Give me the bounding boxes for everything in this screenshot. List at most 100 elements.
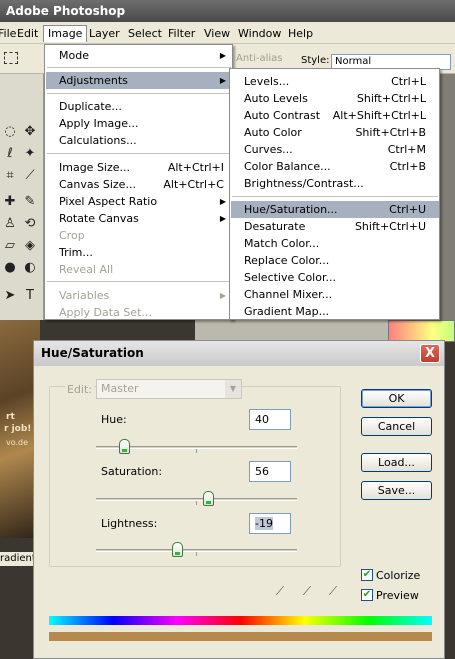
menu-item-auto-color[interactable]: Auto Color Shift+Ctrl+B xyxy=(231,124,439,141)
preview-checkbox[interactable]: ✔ xyxy=(361,589,373,601)
stamp-icon[interactable]: ♙ xyxy=(2,216,18,232)
healing-brush-icon[interactable]: ✚ xyxy=(2,194,18,210)
menu-view[interactable]: View xyxy=(200,25,234,42)
eyedropper-plus-icon[interactable]: ⟋ xyxy=(300,584,314,598)
menu-separator xyxy=(232,196,438,197)
menu-item-pixel-aspect-ratio[interactable]: Pixel Aspect Ratio ▶ xyxy=(46,193,232,210)
edit-label: Edit: xyxy=(65,383,95,396)
photo-text: r job! xyxy=(4,424,32,434)
menu-item-desaturate[interactable]: Desaturate Shift+Ctrl+U xyxy=(231,218,439,235)
menu-item-image-size[interactable]: Image Size... Alt+Ctrl+I xyxy=(46,159,232,176)
menu-item-apply-data-set[interactable]: Apply Data Set... xyxy=(46,304,232,321)
menu-layer[interactable]: Layer xyxy=(85,25,124,42)
menu-separator xyxy=(47,153,231,154)
menu-shortcut: Ctrl+U xyxy=(389,203,426,216)
palette-area xyxy=(195,320,388,342)
menu-item-hue-saturation[interactable]: Hue/Saturation... Ctrl+U xyxy=(231,201,439,218)
dialog-title: Hue/Saturation xyxy=(34,341,444,366)
menu-item-mode[interactable]: Mode ▶ xyxy=(46,47,232,64)
menu-item-label: Canvas Size... xyxy=(59,178,136,191)
menu-item-calculations[interactable]: Calculations... xyxy=(46,132,232,149)
history-brush-icon[interactable]: ⟲ xyxy=(22,216,38,232)
cancel-button[interactable]: Cancel xyxy=(361,417,432,436)
submenu-arrow-icon: ▶ xyxy=(219,214,226,223)
lightness-input[interactable]: -19 xyxy=(249,513,291,534)
menu-item-gradient-map[interactable]: Gradient Map... xyxy=(231,303,439,320)
crop-icon[interactable]: ⌗ xyxy=(2,168,18,184)
menu-item-label: Curves... xyxy=(244,143,293,156)
lightness-slider-thumb[interactable] xyxy=(171,542,183,557)
toolbox: ◌ ✥ ℓ ✦ ⌗ ⟋ ✚ ✎ ♙ ⟲ ▱ ◈ ● ◐ ➤ T xyxy=(0,74,44,320)
dodge-icon[interactable]: ◐ xyxy=(22,260,38,276)
menu-item-selective-color[interactable]: Selective Color... xyxy=(231,269,439,286)
menu-item-reveal-all[interactable]: Reveal All xyxy=(46,261,232,278)
load-button[interactable]: Load... xyxy=(361,453,432,472)
menu-item-channel-mixer[interactable]: Channel Mixer... xyxy=(231,286,439,303)
hue-slider-thumb[interactable] xyxy=(118,439,130,454)
adjustments-submenu: Levels... Ctrl+L Auto Levels Shift+Ctrl+L … xyxy=(229,68,440,320)
menu-help[interactable]: Help xyxy=(284,25,317,42)
menu-item-curves[interactable]: Curves... Ctrl+M xyxy=(231,141,439,158)
menu-item-canvas-size[interactable]: Canvas Size... Alt+Ctrl+C xyxy=(46,176,232,193)
magic-wand-icon[interactable]: ✦ xyxy=(22,146,38,162)
menu-item-rotate-canvas[interactable]: Rotate Canvas ▶ xyxy=(46,210,232,227)
menu-shortcut: Ctrl+L xyxy=(391,75,426,88)
menu-item-levels[interactable]: Levels... Ctrl+L xyxy=(231,73,439,90)
colorize-checkbox[interactable]: ✔ xyxy=(361,569,373,581)
save-button[interactable]: Save... xyxy=(361,481,432,500)
photo-text: rt xyxy=(6,412,15,422)
saturation-input[interactable]: 56 xyxy=(249,461,291,482)
menu-item-color-balance[interactable]: Color Balance... Ctrl+B xyxy=(231,158,439,175)
submenu-arrow-icon: ▶ xyxy=(219,291,226,300)
menu-item-label: Selective Color... xyxy=(244,271,336,284)
lasso-icon[interactable]: ◌ xyxy=(2,124,18,140)
edit-select[interactable]: Master xyxy=(96,379,242,399)
move-icon[interactable]: ✥ xyxy=(22,124,38,140)
menu-item-duplicate[interactable]: Duplicate... xyxy=(46,98,232,115)
paint-bucket-icon[interactable]: ◈ xyxy=(22,238,38,254)
hue-input[interactable]: 40 xyxy=(249,409,291,430)
ok-button[interactable]: OK xyxy=(361,389,432,408)
path-select-icon[interactable]: ➤ xyxy=(2,288,18,304)
menu-edit[interactable]: Edit xyxy=(13,25,42,42)
photo-text: vo.de xyxy=(6,438,29,447)
menu-item-apply-image[interactable]: Apply Image... xyxy=(46,115,232,132)
menu-item-crop[interactable]: Crop xyxy=(46,227,232,244)
colorize-label: Colorize xyxy=(376,569,421,582)
menu-shortcut: Shift+Ctrl+L xyxy=(356,92,426,105)
saturation-slider-thumb[interactable] xyxy=(203,491,215,506)
menu-item-label: Calculations... xyxy=(59,134,137,147)
lasso-icon[interactable]: ℓ xyxy=(2,146,18,162)
close-button[interactable]: X xyxy=(420,344,440,363)
menu-item-match-color[interactable]: Match Color... xyxy=(231,235,439,252)
submenu-arrow-icon: ▶ xyxy=(219,51,226,60)
menu-image[interactable]: Image xyxy=(43,25,88,42)
menu-filter[interactable]: Filter xyxy=(164,25,199,42)
brush-icon[interactable]: ✎ xyxy=(22,194,38,210)
menu-shortcut: Shift+Ctrl+U xyxy=(354,220,426,233)
menu-window[interactable]: Window xyxy=(234,25,285,42)
menu-item-auto-levels[interactable]: Auto Levels Shift+Ctrl+L xyxy=(231,90,439,107)
menu-item-label: Levels... xyxy=(244,75,290,88)
menu-item-variables[interactable]: Variables ▶ xyxy=(46,287,232,304)
menu-separator xyxy=(47,281,231,282)
menu-item-brightness-contrast[interactable]: Brightness/Contrast... xyxy=(231,175,439,192)
eyedropper-icon[interactable]: ⟋ xyxy=(273,584,287,598)
eraser-icon[interactable]: ▱ xyxy=(2,238,18,254)
menu-item-label: Image Size... xyxy=(59,161,131,174)
menu-item-trim[interactable]: Trim... xyxy=(46,244,232,261)
menu-item-auto-contrast[interactable]: Auto Contrast Alt+Shift+Ctrl+L xyxy=(231,107,439,124)
marquee-icon[interactable] xyxy=(4,52,18,64)
eyedropper-minus-icon[interactable]: ⟋ xyxy=(326,584,340,598)
menu-item-label: Duplicate... xyxy=(59,100,122,113)
blur-icon[interactable]: ● xyxy=(2,260,18,276)
antialias-label[interactable]: Anti-alias xyxy=(236,53,283,64)
menu-select[interactable]: Select xyxy=(124,25,166,42)
chevron-down-icon[interactable]: ▼ xyxy=(225,380,241,398)
color-swatches[interactable] xyxy=(388,320,455,342)
type-icon[interactable]: T xyxy=(22,288,38,304)
slider-center-tick xyxy=(196,501,197,505)
menu-item-adjustments[interactable]: Adjustments ▶ xyxy=(46,72,232,89)
menu-item-replace-color[interactable]: Replace Color... xyxy=(231,252,439,269)
slice-icon[interactable]: ⟋ xyxy=(22,168,38,184)
